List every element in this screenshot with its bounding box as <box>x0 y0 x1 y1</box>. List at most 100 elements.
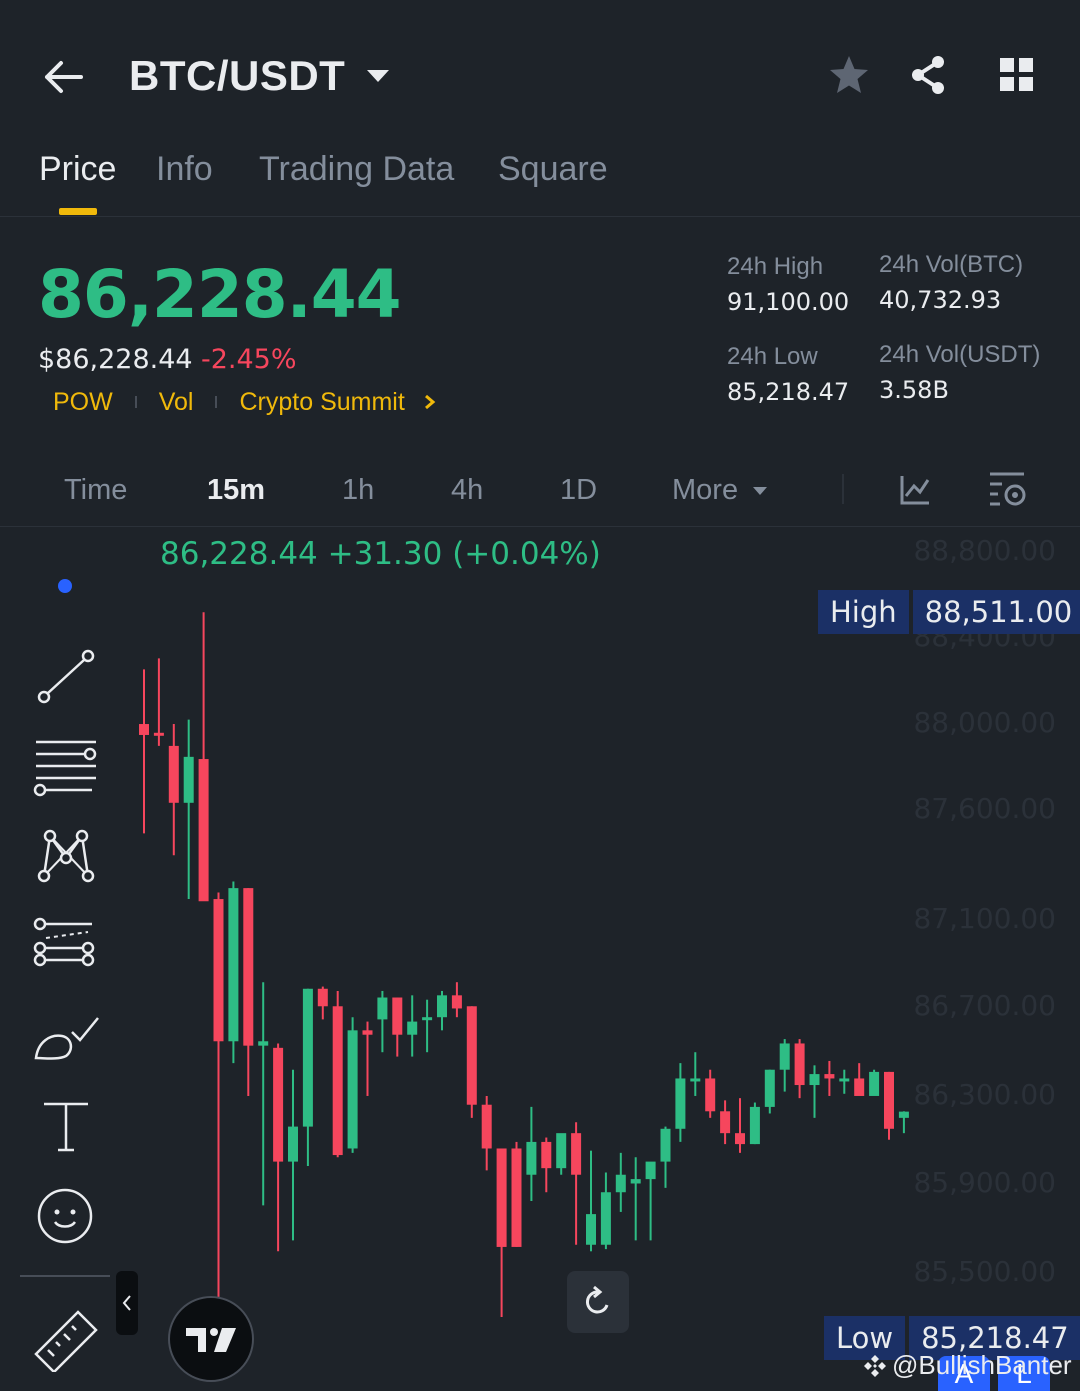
tab-bar: Price Info Trading Data Square <box>0 140 1080 217</box>
tab-info[interactable]: Info <box>156 150 213 189</box>
high-24h-label: 24h High <box>727 253 824 280</box>
tab-trading-data[interactable]: Trading Data <box>259 150 454 189</box>
pair-title[interactable]: BTC/USDT <box>129 52 345 100</box>
candle-body <box>869 1071 880 1096</box>
candle-body <box>794 1043 805 1086</box>
candle-body <box>243 888 254 1046</box>
candle-body <box>347 1030 358 1149</box>
caret-down-icon[interactable] <box>364 62 392 90</box>
status-dot <box>58 579 72 593</box>
vol-usdt-label: 24h Vol(USDT) <box>879 341 1041 368</box>
vol-btc-value: 40,732.93 <box>879 286 1002 314</box>
collapse-toolbar-button[interactable] <box>116 1271 138 1335</box>
candle-body <box>496 1148 507 1247</box>
chart-settings-icon[interactable] <box>986 468 1030 512</box>
candle-body <box>451 995 462 1009</box>
interval-more[interactable]: More <box>672 474 770 507</box>
grid-icon[interactable] <box>994 52 1040 98</box>
price-axis-label: 86,700.00 <box>913 989 1056 1022</box>
price-change-percent: -2.45% <box>201 344 297 375</box>
high-label: High <box>818 590 909 634</box>
last-price: 86,228.44 <box>38 256 402 333</box>
price-axis-label: 85,900.00 <box>913 1166 1056 1199</box>
tag-divider <box>134 396 137 408</box>
interval-divider <box>842 474 844 504</box>
tag-divider <box>215 396 218 408</box>
candle-body <box>183 756 194 803</box>
candle-body <box>898 1111 909 1118</box>
trend-line-icon[interactable] <box>28 642 104 712</box>
candle-body <box>228 888 239 1042</box>
reset-icon <box>585 1285 609 1314</box>
watermark-text: @BullishBanter <box>892 1350 1072 1380</box>
watermark: @BullishBanter <box>862 1350 1072 1381</box>
tab-square[interactable]: Square <box>498 150 608 189</box>
candle-body <box>153 732 164 736</box>
candle-body <box>422 1017 433 1021</box>
interval-bar: Time 15m 1h 4h 1D More <box>0 462 1080 527</box>
candle-body <box>571 1133 582 1175</box>
tab-price[interactable]: Price <box>39 150 116 189</box>
candle-body <box>392 997 403 1035</box>
tag-pow[interactable]: POW <box>53 388 113 417</box>
pattern-icon[interactable] <box>28 822 104 892</box>
candle-body <box>839 1078 850 1082</box>
low-24h-value: 85,218.47 <box>727 378 850 406</box>
candle-body <box>526 1141 537 1175</box>
interval-1d[interactable]: 1D <box>560 474 597 507</box>
candle-body <box>288 1126 298 1162</box>
candle-body <box>437 995 447 1018</box>
candle-body <box>258 1041 269 1046</box>
tag-vol[interactable]: Vol <box>159 388 194 417</box>
tag-crypto-summit[interactable]: Crypto Summit <box>239 388 404 417</box>
candle-body <box>675 1078 686 1129</box>
candle-body <box>139 724 149 735</box>
candle-body <box>586 1214 596 1245</box>
reset-chart-button[interactable] <box>567 1271 629 1333</box>
emoji-icon[interactable] <box>28 1182 104 1252</box>
vol-btc-label: 24h Vol(BTC) <box>879 251 1024 278</box>
high-value: 88,511.00 <box>912 590 1080 634</box>
candle-body <box>541 1141 552 1169</box>
candle-body <box>466 1006 477 1105</box>
candle-body <box>377 997 388 1020</box>
binance-logo-icon <box>864 1354 886 1377</box>
horizontal-lines-icon[interactable] <box>28 732 104 802</box>
interval-1h[interactable]: 1h <box>342 474 374 507</box>
tag-row: POW Vol Crypto Summit <box>53 386 437 418</box>
candle-body <box>690 1078 701 1082</box>
candle-body <box>645 1161 656 1180</box>
indicator-chart-icon[interactable] <box>897 472 933 508</box>
candle-body <box>407 1021 418 1035</box>
candle-body <box>854 1078 865 1096</box>
ruler-icon[interactable] <box>28 1302 104 1372</box>
chart-legend: 86,228.44 +31.30 (+0.04%) <box>160 536 601 572</box>
tradingview-logo-icon <box>186 1328 236 1352</box>
share-icon[interactable] <box>906 52 952 98</box>
vol-usdt-value: 3.58B <box>879 376 949 404</box>
text-icon[interactable] <box>28 1092 104 1162</box>
interval-15m[interactable]: 15m <box>207 474 265 507</box>
star-icon[interactable] <box>826 52 872 98</box>
back-arrow-icon <box>45 61 83 93</box>
candle-body <box>168 745 179 803</box>
high-marker: High 88,511.00 <box>818 590 1080 634</box>
candle-body <box>198 759 209 902</box>
high-24h-value: 91,100.00 <box>727 288 850 316</box>
price-axis-label: 87,100.00 <box>913 902 1056 935</box>
candle-body <box>332 1006 343 1156</box>
back-button[interactable] <box>36 50 90 104</box>
top-bar: BTC/USDT <box>0 0 1080 140</box>
chevron-right-icon[interactable] <box>423 393 437 411</box>
tradingview-logo <box>168 1296 254 1382</box>
brush-icon[interactable] <box>28 1002 104 1072</box>
candle-body <box>317 988 328 1007</box>
interval-4h[interactable]: 4h <box>451 474 483 507</box>
candle-body <box>884 1071 894 1129</box>
interval-time[interactable]: Time <box>64 474 127 507</box>
candle-body <box>824 1074 835 1079</box>
candle-body <box>362 1030 373 1035</box>
candle-body <box>660 1128 671 1162</box>
fib-icon[interactable] <box>28 912 104 982</box>
candle-body <box>556 1133 567 1169</box>
